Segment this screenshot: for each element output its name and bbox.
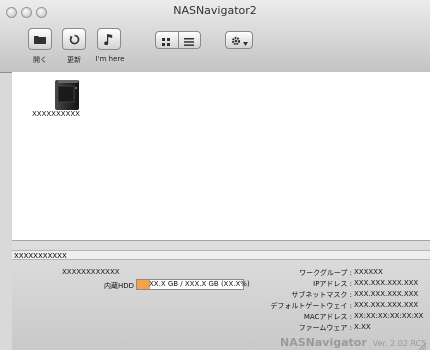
title-toolbar: NASNavigator2 開く 更新 I'm here [0,0,430,73]
info-label: デフォルトゲートウェイ : [270,302,352,310]
list-view-button[interactable] [179,32,200,48]
info-value: XXX.XXX.XXX.XXX [354,290,419,298]
list-view-icon [184,31,195,50]
app-window: NASNavigator2 開く 更新 I'm here XXXXXXXXXX … [0,0,430,350]
hdd-usage-field: XX.X GB / XXX.X GB (XX.X%) [136,279,250,290]
info-value: XXXXXX [354,268,383,276]
info-label: サブネットマスク : [291,291,352,299]
window-title: NASNavigator2 [173,4,257,17]
brand-name: NASNavigator [280,336,367,349]
info-value: XXX.XXX.XXX.XXX [354,301,419,309]
imhere-button[interactable] [97,28,121,50]
resize-handle[interactable] [416,336,427,350]
info-value: XXX.XXX.XXX.XXX [354,279,419,287]
hdd-usage-bar [137,280,150,289]
hdd-usage-text: XX.X GB / XXX.X GB (XX.X%) [149,280,250,288]
folder-icon [34,34,46,44]
brand-logo: NASNavigator Ver. 2.02 RC5 [280,336,426,349]
refresh-button[interactable] [62,28,86,50]
info-value: X.XX [354,323,371,331]
details-header: XXXXXXXXXXX [12,250,430,260]
open-button[interactable] [28,28,52,50]
action-menu-button[interactable] [225,31,253,49]
detail-device-name: XXXXXXXXXXXX [62,268,120,276]
music-note-icon [104,33,114,45]
refresh-label: 更新 [67,56,81,64]
device-item[interactable] [52,78,82,112]
info-label: ワークグループ : [299,269,352,277]
splitter-handle[interactable] [215,243,225,258]
info-label: MACアドレス : [303,313,352,321]
chevron-down-icon [242,31,248,50]
grid-view-icon [162,31,171,50]
refresh-icon [69,34,80,45]
device-name-label: XXXXXXXXXX [32,110,80,118]
open-label: 開く [33,56,47,64]
view-mode-control [155,31,201,49]
icon-view-button[interactable] [156,32,179,48]
info-label: IPアドレス : [313,280,352,288]
imhere-label: I'm here [95,55,125,63]
info-value: XX:XX:XX:XX:XX:XX [354,312,424,320]
info-label: ファームウェア : [298,324,352,332]
hdd-label: 内蔵HDD [103,282,134,290]
gear-icon [231,31,241,50]
